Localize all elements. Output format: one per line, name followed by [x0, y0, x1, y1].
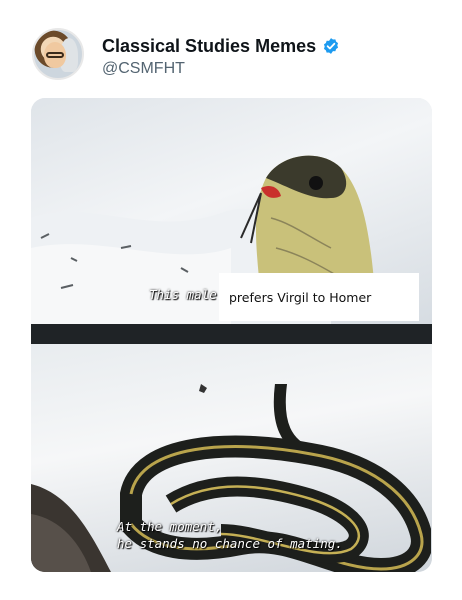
- verified-badge-icon: [324, 38, 339, 54]
- bottom-subtitle-line1: At the moment,: [117, 519, 223, 534]
- meme-top-panel: This male prefers Virgil to Homer: [31, 98, 432, 324]
- panel-divider: [31, 324, 432, 344]
- top-subtitle: This male: [149, 287, 217, 302]
- tweet-media-image[interactable]: This male prefers Virgil to Homer At the…: [31, 98, 432, 572]
- display-name[interactable]: Classical Studies Memes: [102, 36, 316, 57]
- tweet-header: Classical Studies Memes @CSMFHT: [32, 28, 432, 84]
- top-caption: prefers Virgil to Homer: [229, 289, 372, 305]
- meme-bottom-panel: At the moment, he stands no chance of ma…: [31, 344, 432, 572]
- bottom-subtitle: At the moment, he stands no chance of ma…: [117, 518, 343, 552]
- handle[interactable]: @CSMFHT: [102, 60, 185, 78]
- bottom-subtitle-line2: he stands no chance of mating.: [117, 536, 343, 551]
- avatar[interactable]: [32, 28, 84, 80]
- top-caption-box: prefers Virgil to Homer: [219, 273, 419, 321]
- avatar-glasses: [46, 52, 64, 58]
- name-row: Classical Studies Memes: [102, 34, 340, 58]
